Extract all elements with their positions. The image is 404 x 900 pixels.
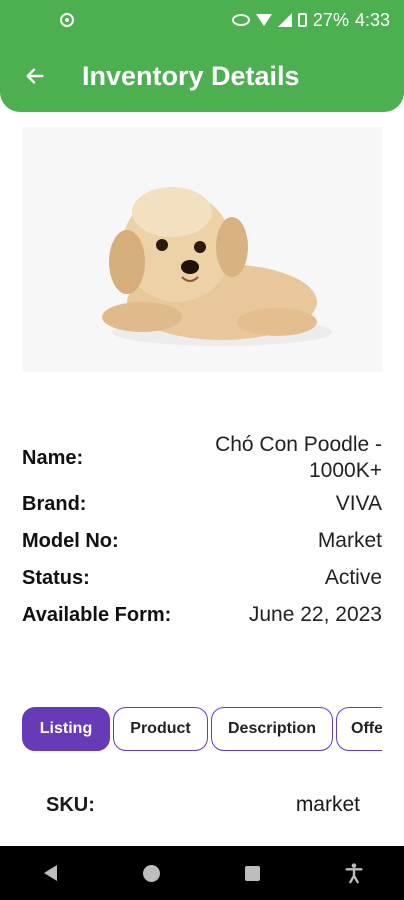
nav-recents-button[interactable]	[238, 858, 268, 888]
brand-label: Brand:	[22, 492, 87, 515]
inventory-details: Name: Chó Con Poodle - 1000K+ Brand: VIV…	[22, 432, 382, 640]
signal-icon	[277, 13, 292, 27]
status-bar: 27% 4:33	[0, 0, 404, 40]
battery-percent: 27%	[312, 9, 349, 30]
nav-home-button[interactable]	[137, 858, 167, 888]
detail-row-available: Available Form: June 22, 2023	[22, 603, 382, 627]
location-icon	[60, 13, 74, 27]
nav-accessibility-button[interactable]	[339, 858, 369, 888]
page-title: Inventory Details	[82, 60, 300, 91]
eye-icon	[231, 14, 250, 26]
system-nav-bar	[0, 846, 404, 900]
available-form-value: June 22, 2023	[248, 603, 382, 626]
sku-label: SKU:	[46, 793, 95, 816]
detail-row-name: Name: Chó Con Poodle - 1000K+	[22, 432, 382, 484]
recents-square-icon	[245, 865, 260, 881]
battery-icon	[297, 13, 307, 27]
clock: 4:33	[354, 9, 390, 30]
tab-product[interactable]: Product	[113, 707, 208, 751]
wifi-icon	[255, 14, 272, 26]
name-label: Name:	[22, 446, 84, 469]
sku-row: SKU: market	[46, 793, 360, 817]
home-circle-icon	[143, 864, 160, 882]
back-arrow-icon	[26, 68, 44, 84]
nav-back-button[interactable]	[36, 858, 66, 888]
name-value: Chó Con Poodle - 1000K+	[215, 433, 382, 482]
available-form-label: Available Form:	[22, 603, 172, 626]
detail-row-status: Status: Active	[22, 566, 382, 590]
product-image	[22, 127, 382, 372]
tab-offers[interactable]: Offe	[336, 707, 382, 751]
app-bar: Inventory Details	[0, 40, 404, 112]
detail-row-model: Model No: Market	[22, 529, 382, 553]
accessibility-icon	[344, 863, 363, 884]
model-value: Market	[317, 529, 382, 552]
tab-description[interactable]: Description	[211, 707, 333, 751]
back-button[interactable]	[20, 61, 50, 91]
tab-listing[interactable]: Listing	[22, 707, 110, 751]
brand-value: VIVA	[335, 492, 382, 515]
model-label: Model No:	[22, 529, 119, 552]
detail-row-brand: Brand: VIVA	[22, 492, 382, 516]
sku-value: market	[295, 793, 360, 816]
back-triangle-icon	[44, 865, 57, 881]
tab-bar: Listing Product Description Offe	[22, 707, 382, 753]
status-label: Status:	[22, 566, 90, 589]
puppy-illustration	[22, 127, 382, 372]
status-value: Active	[324, 566, 382, 589]
status-right: 27% 4:33	[231, 9, 390, 31]
